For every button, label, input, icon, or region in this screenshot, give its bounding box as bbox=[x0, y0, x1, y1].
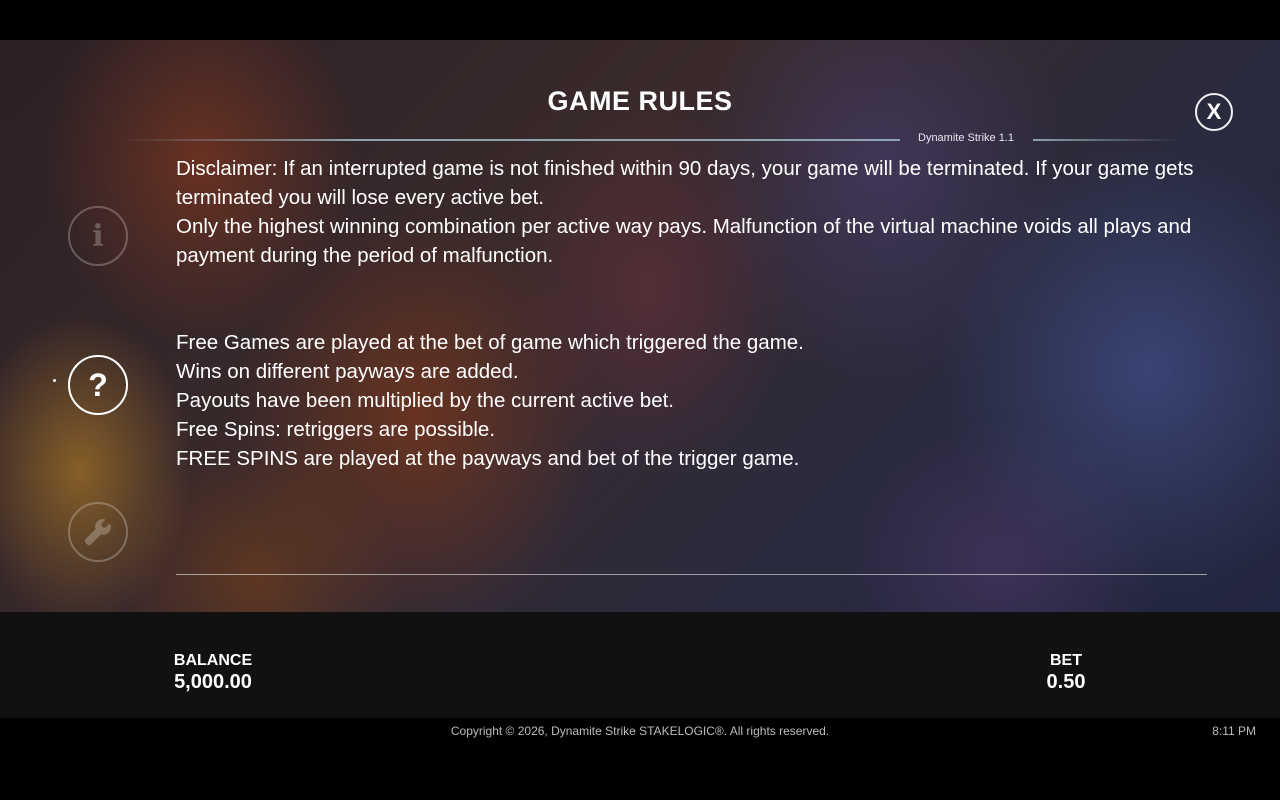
rules-line: Payouts have been multiplied by the curr… bbox=[176, 389, 674, 412]
header-divider-left bbox=[120, 139, 900, 141]
page-title: GAME RULES bbox=[547, 86, 733, 116]
header-divider-right bbox=[1033, 139, 1181, 141]
info-icon: i bbox=[92, 218, 104, 254]
copyright-text: Copyright © 2026, Dynamite Strike STAKEL… bbox=[450, 724, 830, 738]
bet-display: BET 0.50 bbox=[1006, 652, 1126, 694]
clock: 8:11 PM bbox=[1212, 724, 1256, 738]
balance-display: BALANCE 5,000.00 bbox=[153, 652, 273, 694]
question-mark-icon: ? bbox=[88, 366, 108, 403]
footer: Copyright © 2026, Dynamite Strike STAKEL… bbox=[0, 718, 1280, 800]
info-button[interactable]: i bbox=[68, 206, 128, 266]
settings-button[interactable] bbox=[68, 502, 128, 562]
balance-value: 5,000.00 bbox=[174, 671, 252, 693]
game-hud: BALANCE 5,000.00 BET 0.50 bbox=[0, 612, 1280, 718]
wrench-icon bbox=[84, 519, 111, 546]
rules-line: Free Games are played at the bet of game… bbox=[176, 331, 804, 354]
rules-line: Wins on different payways are added. bbox=[176, 360, 519, 383]
rules-panel: GAME RULES Dynamite Strike 1.1 X i ? Dis… bbox=[0, 40, 1280, 612]
bet-label: BET bbox=[1050, 652, 1082, 669]
rules-paragraph: Disclaimer: If an interrupted game is no… bbox=[176, 157, 1194, 209]
active-indicator-dot bbox=[53, 379, 56, 382]
bet-value: 0.50 bbox=[1046, 671, 1086, 693]
rules-text: Disclaimer: If an interrupted game is no… bbox=[176, 154, 1216, 473]
rules-paragraph: Only the highest winning combination per… bbox=[176, 215, 1192, 267]
game-version: Dynamite Strike 1.1 bbox=[918, 132, 1014, 144]
close-button[interactable]: X bbox=[1195, 93, 1233, 131]
help-button[interactable]: ? bbox=[68, 355, 128, 415]
rules-line: FREE SPINS are played at the payways and… bbox=[176, 447, 800, 470]
balance-label: BALANCE bbox=[173, 652, 253, 669]
rules-line: Free Spins: retriggers are possible. bbox=[176, 418, 496, 441]
content-divider bbox=[176, 574, 1207, 575]
